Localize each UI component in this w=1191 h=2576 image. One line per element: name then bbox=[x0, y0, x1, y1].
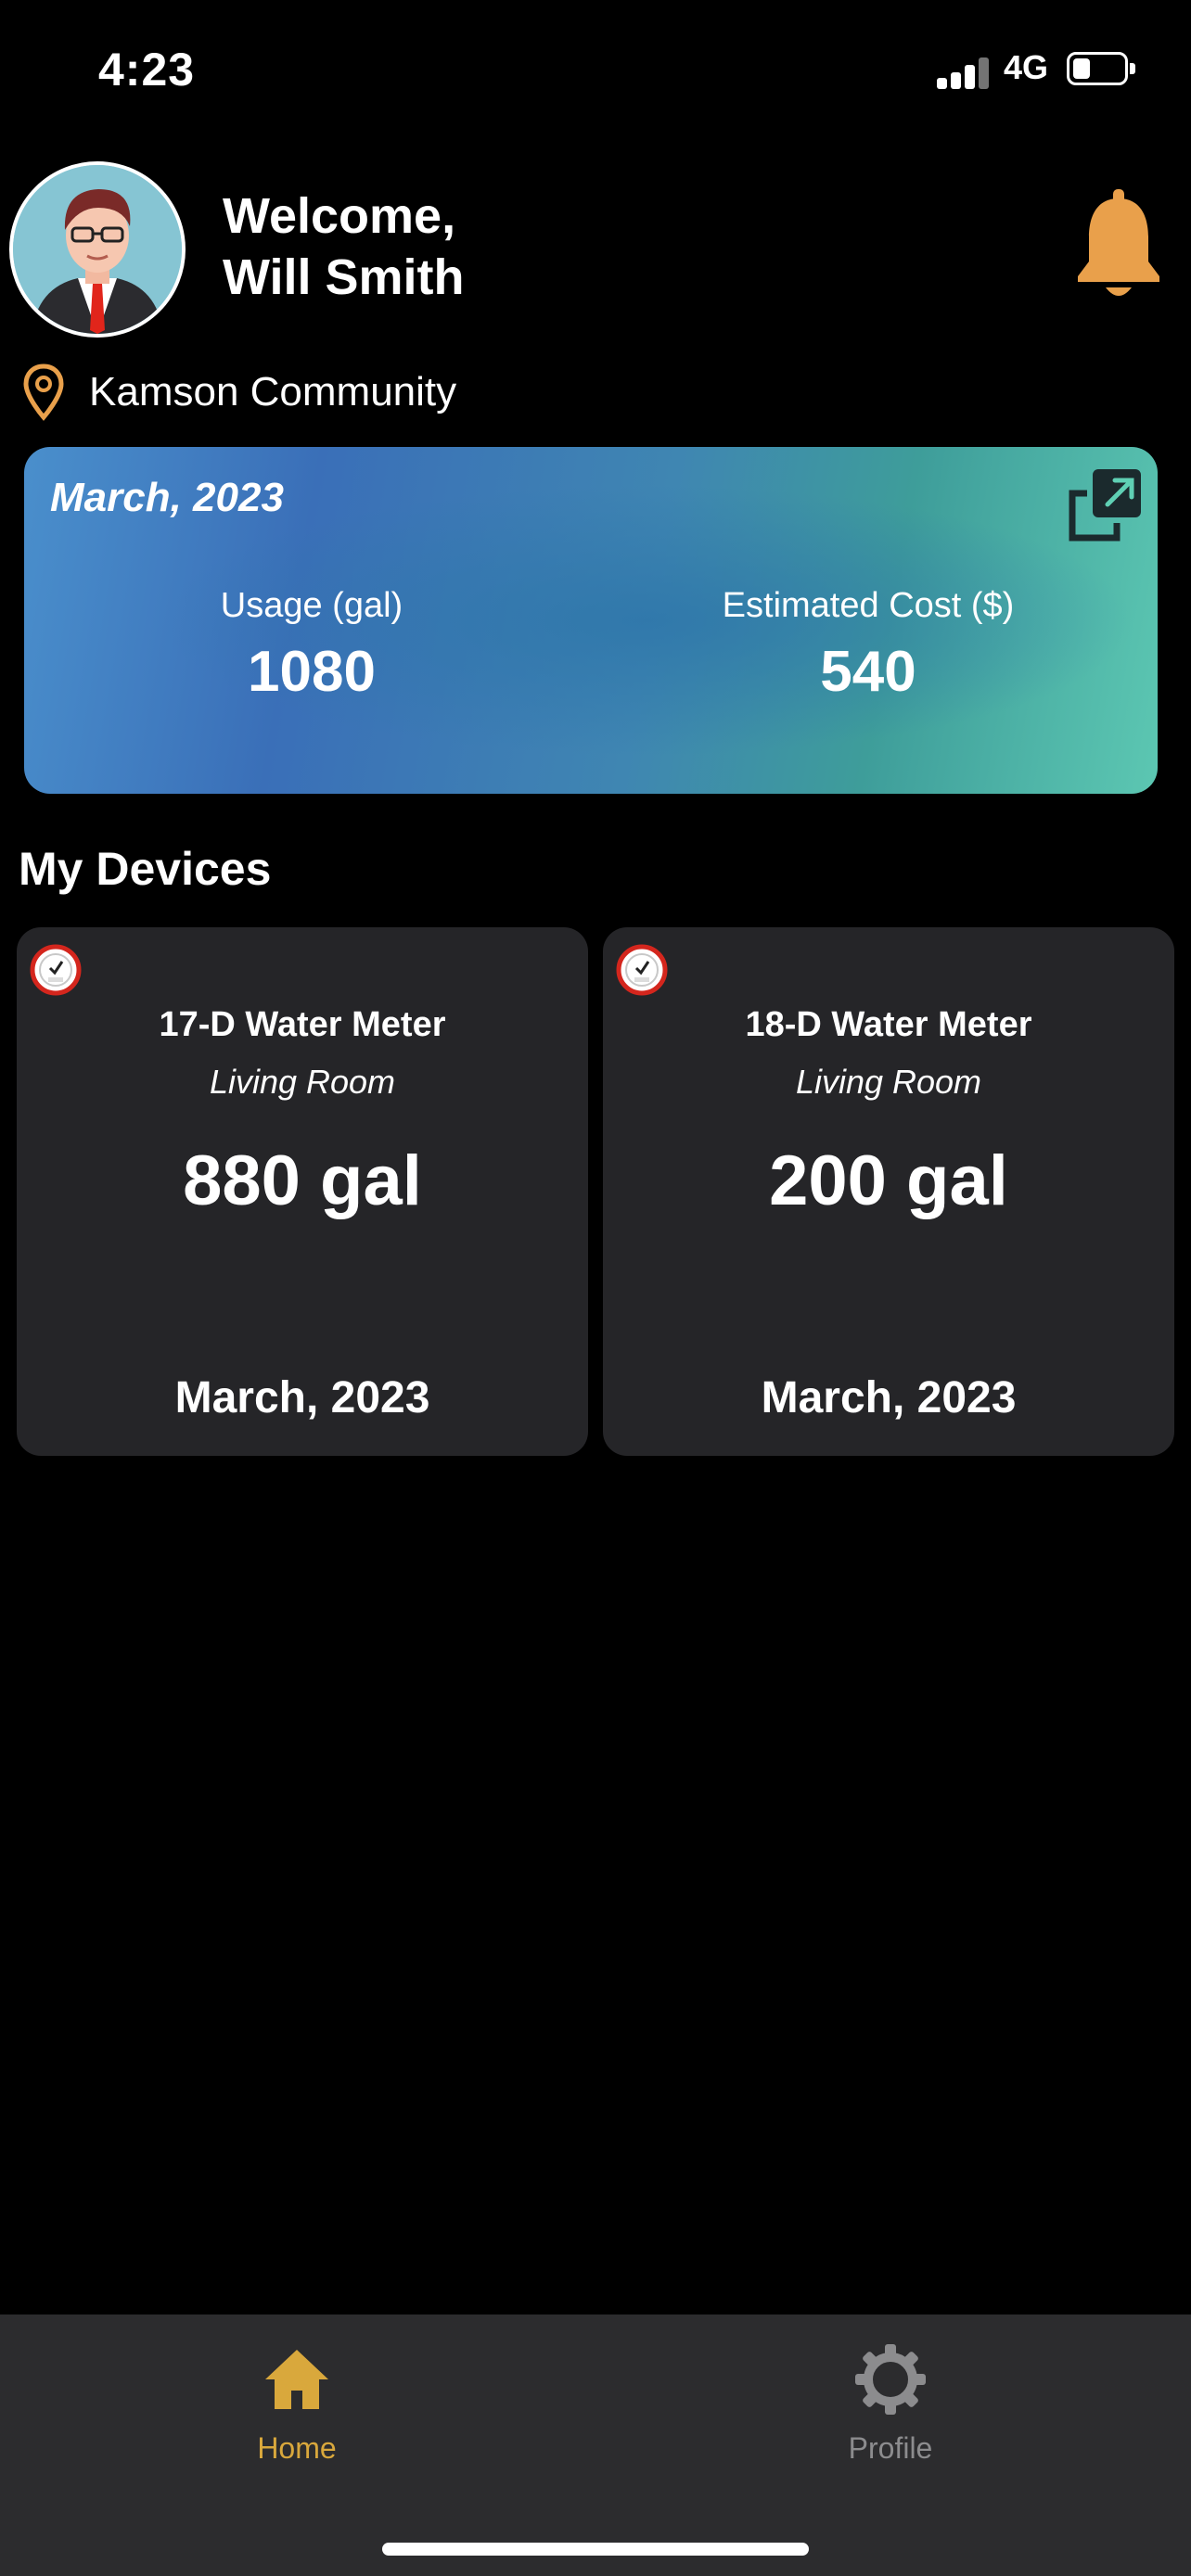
device-date: March, 2023 bbox=[761, 1373, 1017, 1422]
avatar[interactable] bbox=[9, 161, 186, 338]
user-name: Will Smith bbox=[223, 249, 465, 305]
welcome-message: Welcome, Will Smith bbox=[223, 185, 465, 308]
status-bar: 4:23 4G bbox=[0, 0, 1191, 139]
tab-bar: Home Profile bbox=[0, 2315, 1191, 2576]
tab-profile[interactable]: Profile bbox=[788, 2342, 992, 2466]
usage-label: Usage (gal) bbox=[220, 586, 403, 625]
location[interactable]: Kamson Community bbox=[22, 363, 456, 421]
cost-value: 540 bbox=[820, 640, 916, 704]
cost-label: Estimated Cost ($) bbox=[722, 586, 1015, 625]
usage-stat: Usage (gal) 1080 bbox=[70, 586, 553, 705]
welcome-greeting: Welcome, bbox=[223, 188, 456, 244]
device-card[interactable]: 17-D Water Meter Living Room 880 gal Mar… bbox=[17, 927, 588, 1456]
tab-home-label: Home bbox=[257, 2431, 337, 2465]
expand-icon[interactable] bbox=[1067, 465, 1145, 543]
device-room: Living Room bbox=[795, 1063, 982, 1101]
water-meter-icon bbox=[30, 944, 82, 996]
home-icon bbox=[265, 2350, 328, 2409]
network-type: 4G bbox=[1004, 48, 1049, 86]
map-pin-icon bbox=[23, 363, 64, 421]
location-label: Kamson Community bbox=[89, 369, 457, 414]
device-name: 17-D Water Meter bbox=[159, 1005, 446, 1044]
home-indicator[interactable] bbox=[382, 2543, 809, 2556]
signal-icon bbox=[937, 54, 989, 89]
device-usage: 200 gal bbox=[769, 1141, 1008, 1220]
tab-profile-label: Profile bbox=[848, 2431, 933, 2465]
device-usage: 880 gal bbox=[183, 1141, 422, 1220]
gear-icon bbox=[855, 2344, 926, 2415]
device-date: March, 2023 bbox=[174, 1373, 430, 1422]
tab-home[interactable]: Home bbox=[195, 2342, 399, 2466]
battery-icon bbox=[1067, 52, 1128, 85]
usage-summary-card[interactable]: March, 2023 Usage (gal) 1080 Estimated C… bbox=[24, 447, 1158, 794]
bell-icon[interactable] bbox=[1074, 189, 1163, 304]
cost-stat: Estimated Cost ($) 540 bbox=[627, 586, 1109, 705]
water-meter-icon bbox=[616, 944, 668, 996]
status-time: 4:23 bbox=[98, 44, 196, 96]
usage-value: 1080 bbox=[248, 640, 376, 704]
device-card[interactable]: 18-D Water Meter Living Room 200 gal Mar… bbox=[603, 927, 1174, 1456]
devices-section-title: My Devices bbox=[19, 843, 272, 895]
device-name: 18-D Water Meter bbox=[745, 1005, 1032, 1044]
device-room: Living Room bbox=[209, 1063, 396, 1101]
summary-period: March, 2023 bbox=[50, 475, 284, 520]
